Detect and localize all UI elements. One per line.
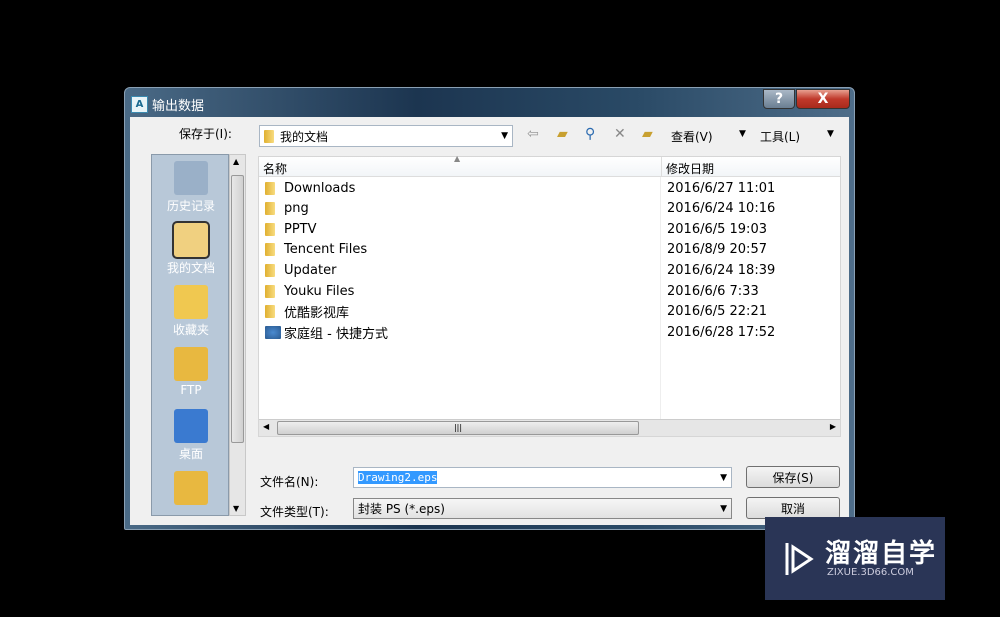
- folder-icon: [265, 222, 275, 236]
- save-in-value: 我的文档: [280, 129, 329, 144]
- watermark-brand: 溜溜自学: [825, 539, 938, 569]
- export-data-dialog: A 输出数据 ? X 保存于(I): 我的文档 ▼ ⇦ ▰ ⚲ ✕ ▰ 查看(V…: [124, 87, 855, 530]
- sidebar-item-0[interactable]: 历史记录: [152, 161, 228, 214]
- file-date: 2016/6/24 10:16: [667, 201, 776, 217]
- delete-icon[interactable]: ✕: [614, 126, 626, 142]
- watermark-url: ZIXUE.3D66.COM: [827, 567, 914, 578]
- tools-dropdown-arrow[interactable]: ▼: [827, 129, 834, 139]
- filetype-label: 文件类型(T):: [260, 505, 329, 519]
- places-sidebar: 历史记录我的文档收藏夹 FTP 桌面: [151, 154, 229, 516]
- column-header-date[interactable]: 修改日期: [661, 157, 840, 177]
- folder-icon: [265, 263, 275, 277]
- folder-icon: [265, 305, 275, 319]
- view-menu[interactable]: 查看(V): [671, 128, 713, 145]
- sidebar-item-1[interactable]: 我的文档: [152, 221, 228, 276]
- buzzsaw-icon: [174, 471, 208, 505]
- file-row[interactable]: Tencent Files 2016/8/9 20:57: [265, 240, 835, 260]
- file-row[interactable]: Updater 2016/6/24 18:39: [265, 260, 835, 280]
- back-icon[interactable]: ⇦: [527, 126, 539, 142]
- cancel-button[interactable]: 取消: [746, 497, 840, 519]
- file-row[interactable]: PPTV 2016/6/5 19:03: [265, 219, 835, 239]
- file-list: 名称 ▲ 修改日期 Downloads 2016/6/27 11:01 png 201…: [258, 154, 841, 437]
- ftp-icon: [174, 347, 208, 381]
- sidebar-item-label: 收藏夹: [172, 323, 209, 337]
- file-name: Updater: [284, 262, 337, 278]
- sidebar-item-4[interactable]: 桌面: [152, 409, 228, 462]
- file-name: Youku Files: [284, 283, 355, 299]
- favorites-icon: [174, 285, 208, 319]
- filename-label: 文件名(N):: [260, 475, 319, 489]
- help-button[interactable]: ?: [763, 89, 795, 109]
- save-in-dropdown[interactable]: 我的文档 ▼: [259, 125, 513, 147]
- file-name: 家庭组 - 快捷方式: [284, 326, 388, 342]
- autocad-app-icon: A: [131, 95, 148, 113]
- sidebar-item-label: 历史记录: [166, 199, 215, 213]
- scroll-thumb[interactable]: [231, 175, 244, 443]
- sidebar-item-3[interactable]: FTP: [152, 347, 228, 397]
- filename-input[interactable]: Drawing2.eps ▼: [353, 467, 732, 488]
- filename-value: Drawing2.eps: [358, 471, 438, 484]
- file-date: 2016/6/27 11:01: [667, 180, 776, 196]
- filetype-value: 封装 PS (*.eps): [358, 502, 445, 516]
- chevron-down-icon: ▼: [720, 503, 727, 514]
- watermark-logo: 溜溜自学 ZIXUE.3D66.COM: [765, 517, 945, 600]
- file-date: 2016/8/9 20:57: [667, 242, 767, 258]
- up-folder-icon[interactable]: ▰: [557, 126, 568, 142]
- folder-icon: [265, 284, 275, 298]
- file-row[interactable]: Downloads 2016/6/27 11:01: [265, 178, 835, 198]
- sidebar-item-2[interactable]: 收藏夹: [152, 285, 228, 338]
- close-button[interactable]: X: [796, 89, 850, 109]
- scroll-thumb[interactable]: |||: [277, 421, 639, 435]
- horizontal-scrollbar[interactable]: ◀ ||| ▶: [259, 419, 840, 436]
- dialog-title: 输出数据: [152, 98, 205, 114]
- chevron-down-icon: ▼: [720, 472, 727, 483]
- chevron-down-icon: ▼: [501, 131, 508, 141]
- file-date: 2016/6/5 22:21: [667, 304, 767, 320]
- folder-icon: [265, 243, 275, 257]
- file-name: Downloads: [284, 180, 356, 196]
- desktop-icon: [174, 409, 208, 443]
- folder-icon: [264, 129, 274, 143]
- sidebar-item-label: 桌面: [178, 447, 203, 461]
- file-date: 2016/6/5 19:03: [667, 221, 767, 237]
- sidebar-item-5[interactable]: [152, 471, 228, 507]
- dialog-body: 保存于(I): 我的文档 ▼ ⇦ ▰ ⚲ ✕ ▰ 查看(V) ▼ 工具(L) ▼…: [130, 117, 849, 525]
- homegroup-icon: [265, 325, 281, 339]
- file-date: 2016/6/6 7:33: [667, 283, 759, 299]
- file-date: 2016/6/28 17:52: [667, 324, 776, 340]
- sidebar-item-label: FTP: [180, 383, 202, 397]
- tools-menu[interactable]: 工具(L): [760, 128, 800, 145]
- history-icon: [174, 161, 208, 195]
- file-row[interactable]: 优酷影视库 2016/6/5 22:21: [265, 302, 835, 322]
- file-row[interactable]: Youku Files 2016/6/6 7:33: [265, 281, 835, 301]
- save-in-label: 保存于(I):: [179, 127, 232, 141]
- view-dropdown-arrow[interactable]: ▼: [739, 129, 746, 139]
- folder-icon: [265, 181, 275, 195]
- play-logo-icon: [785, 543, 814, 575]
- new-folder-icon[interactable]: ▰: [642, 126, 653, 142]
- file-name: PPTV: [284, 221, 317, 237]
- file-name: 优酷影视库: [284, 306, 350, 322]
- sort-ascending-icon: ▲: [454, 154, 461, 163]
- save-button[interactable]: 保存(S): [746, 466, 840, 488]
- file-date: 2016/6/24 18:39: [667, 262, 776, 278]
- my-documents-icon: [172, 221, 210, 259]
- sidebar-scrollbar[interactable]: ▲ ▼: [229, 154, 246, 516]
- search-web-icon[interactable]: ⚲: [585, 126, 595, 142]
- file-name: png: [284, 201, 309, 217]
- file-name: Tencent Files: [284, 242, 368, 258]
- filetype-dropdown[interactable]: 封装 PS (*.eps) ▼: [353, 498, 732, 519]
- file-row[interactable]: png 2016/6/24 10:16: [265, 199, 835, 219]
- file-row[interactable]: 家庭组 - 快捷方式 2016/6/28 17:52: [265, 322, 835, 342]
- folder-icon: [265, 202, 275, 216]
- sidebar-item-label: 我的文档: [166, 261, 215, 275]
- title-bar: A 输出数据: [131, 93, 204, 115]
